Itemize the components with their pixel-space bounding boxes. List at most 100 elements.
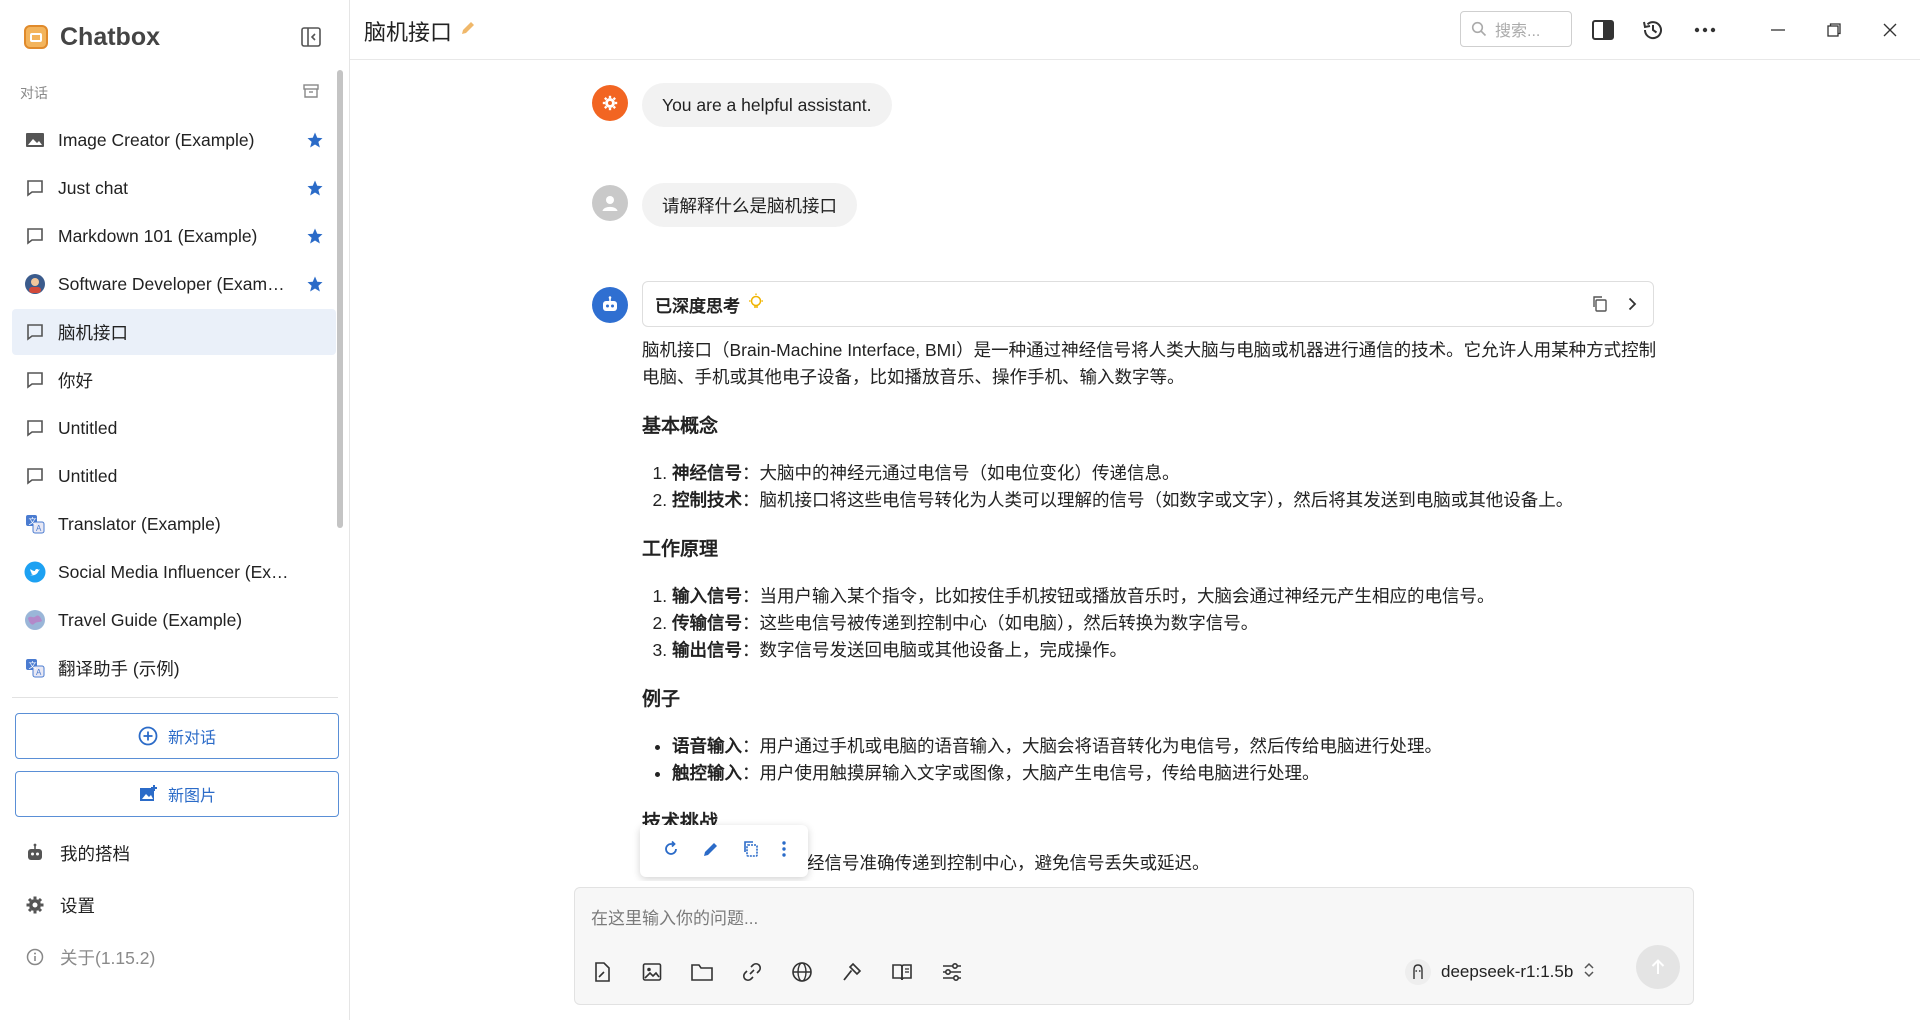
- chevron-right-icon[interactable]: [1623, 295, 1641, 318]
- image-icon: [24, 129, 46, 151]
- examples-list: 语音输入：用户通过手机或电脑的语音输入，大脑会将语音转化为电信号，然后传给电脑进…: [642, 733, 1658, 787]
- restore-window-icon[interactable]: [1822, 18, 1846, 42]
- chat-bubble-icon: [24, 225, 46, 247]
- copy-message-icon[interactable]: [742, 840, 760, 863]
- chat-bubble-icon: [24, 369, 46, 391]
- sidebar-scrollbar[interactable]: [337, 70, 343, 528]
- assistant-answer: 脑机接口（Brain-Machine Interface, BMI）是一种通过神…: [642, 337, 1658, 877]
- web-search-icon[interactable]: [789, 959, 815, 985]
- star-icon[interactable]: [306, 131, 324, 149]
- folder-icon[interactable]: [689, 959, 715, 985]
- new-image-button[interactable]: 新图片: [15, 771, 339, 817]
- star-icon[interactable]: [306, 275, 324, 293]
- conversations-section-label: 对话: [20, 85, 48, 101]
- list-desc: ：大脑中的神经元通过电信号（如电位变化）传递信息。: [742, 463, 1180, 483]
- close-window-icon[interactable]: [1878, 18, 1902, 42]
- conversation-item[interactable]: Markdown 101 (Example): [12, 213, 336, 259]
- list-desc: ：用户通过手机或电脑的语音输入，大脑会将语音转化为电信号，然后传给电脑进行处理。: [742, 736, 1442, 756]
- user-message: 请解释什么是脑机接口: [642, 183, 857, 227]
- sidebar: Chatbox 对话 Image Creator (Example) Just …: [0, 0, 350, 1020]
- new-chat-button[interactable]: 新对话: [15, 713, 339, 759]
- link-icon[interactable]: [739, 959, 765, 985]
- message-input[interactable]: 在这里输入你的问题... deepseek-r1:1.5b: [574, 887, 1694, 1005]
- more-vertical-icon[interactable]: [781, 840, 787, 863]
- settings-sliders-icon[interactable]: [939, 959, 965, 985]
- list-item: 输出信号：数字信号发送回电脑或其他设备上，完成操作。: [672, 637, 1658, 664]
- globe-avatar-icon: [24, 609, 46, 631]
- model-name: deepseek-r1:1.5b: [1441, 962, 1574, 981]
- list-desc: ：这些电信号被传递到控制中心（如电脑），然后转换为数字信号。: [742, 613, 1259, 633]
- list-item: 控制技术：脑机接口将这些电信号转化为人类可以理解的信号（如数字或文字），然后将其…: [672, 487, 1658, 514]
- attach-file-icon[interactable]: [589, 959, 615, 985]
- message-action-toolbar: [640, 825, 808, 877]
- more-options-icon[interactable]: [1692, 17, 1718, 43]
- conversation-item-active[interactable]: 脑机接口: [12, 309, 336, 355]
- about-link[interactable]: 关于(1.15.2): [24, 942, 155, 972]
- plus-circle-icon: [138, 726, 158, 746]
- list-item: 神经信号：大脑中的神经元通过电信号（如电位变化）传递信息。: [672, 460, 1658, 487]
- regenerate-icon[interactable]: [661, 839, 681, 864]
- conversation-label: Untitled: [58, 417, 118, 438]
- ollama-icon: [1405, 959, 1431, 985]
- list-term: 语音输入: [672, 736, 742, 756]
- chat-bubble-icon: [24, 321, 46, 343]
- conversation-item[interactable]: Software Developer (Example): [12, 261, 336, 307]
- list-desc: ：脑机接口将这些电信号转化为人类可以理解的信号（如数字或文字），然后将其发送到电…: [742, 490, 1574, 510]
- conversation-item[interactable]: Image Creator (Example): [12, 117, 336, 163]
- answer-intro: 脑机接口（Brain-Machine Interface, BMI）是一种通过神…: [642, 340, 1657, 387]
- toggle-panel-icon[interactable]: [1590, 17, 1616, 43]
- minimize-window-icon[interactable]: [1766, 18, 1790, 42]
- conversation-item[interactable]: 文A Translator (Example): [12, 501, 336, 547]
- edit-title-icon[interactable]: [460, 20, 476, 41]
- send-button[interactable]: [1636, 945, 1680, 989]
- conversation-item[interactable]: Untitled: [12, 453, 336, 499]
- robot-icon: [24, 842, 46, 864]
- principles-list: 输入信号：当用户输入某个指令，比如按住手机按钮或播放音乐时，大脑会通过神经元产生…: [642, 583, 1658, 664]
- list-desc: ：当用户输入某个指令，比如按住手机按钮或播放音乐时，大脑会通过神经元产生相应的电…: [742, 586, 1495, 606]
- list-term: 神经信号: [672, 463, 742, 483]
- chevron-updown-icon: [1583, 961, 1595, 984]
- list-item: 输入信号：当用户输入某个指令，比如按住手机按钮或播放音乐时，大脑会通过神经元产生…: [672, 583, 1658, 610]
- conversation-item[interactable]: 你好: [12, 357, 336, 403]
- svg-text:A: A: [36, 668, 42, 677]
- search-input[interactable]: 搜索...: [1460, 11, 1572, 47]
- attach-image-icon[interactable]: [639, 959, 665, 985]
- knowledge-base-icon[interactable]: [889, 959, 915, 985]
- clear-conversations-icon[interactable]: [302, 82, 320, 100]
- thinking-panel[interactable]: 已深度思考: [642, 281, 1654, 327]
- app-logo-row: Chatbox: [24, 22, 324, 52]
- conversation-title: 脑机接口: [364, 20, 453, 45]
- list-term: 输出信号: [672, 640, 742, 660]
- conversation-item[interactable]: Social Media Influencer (Example): [12, 549, 336, 595]
- tools-hammer-icon[interactable]: [839, 959, 865, 985]
- model-selector[interactable]: deepseek-r1:1.5b: [1405, 958, 1595, 986]
- star-icon[interactable]: [306, 179, 324, 197]
- settings-link[interactable]: 设置: [24, 890, 95, 920]
- edit-message-icon[interactable]: [702, 840, 720, 863]
- chat-area: You are a helpful assistant. 请解释什么是脑机接口 …: [350, 61, 1920, 881]
- list-term: 控制技术: [672, 490, 742, 510]
- conversation-item[interactable]: Just chat: [12, 165, 336, 211]
- conversation-label: Software Developer (Example): [58, 273, 290, 294]
- conversation-label: Untitled: [58, 465, 118, 486]
- conversation-item[interactable]: Travel Guide (Example): [12, 597, 336, 643]
- new-chat-label: 新对话: [167, 730, 216, 747]
- header-bar: 脑机接口 搜索...: [350, 0, 1920, 60]
- about-label: 关于(1.15.2): [60, 947, 156, 968]
- developer-avatar-icon: [24, 273, 46, 295]
- chat-bubble-icon: [24, 177, 46, 199]
- sidebar-collapse-icon[interactable]: [300, 26, 322, 48]
- settings-label: 设置: [60, 895, 95, 916]
- my-copilots-link[interactable]: 我的搭档: [24, 838, 130, 868]
- thinking-label: 已深度思考: [655, 296, 740, 316]
- input-toolbar: [589, 959, 989, 985]
- star-icon[interactable]: [306, 227, 324, 245]
- conversation-item[interactable]: 文A 翻译助手 (示例): [12, 645, 336, 691]
- conversation-label: Markdown 101 (Example): [58, 225, 258, 246]
- history-icon[interactable]: [1640, 17, 1666, 43]
- app-logo-icon: [24, 25, 48, 49]
- conversation-item[interactable]: Untitled: [12, 405, 336, 451]
- conversation-label: Translator (Example): [58, 513, 221, 534]
- translate-icon: 文A: [24, 513, 46, 535]
- copy-icon[interactable]: [1591, 295, 1609, 318]
